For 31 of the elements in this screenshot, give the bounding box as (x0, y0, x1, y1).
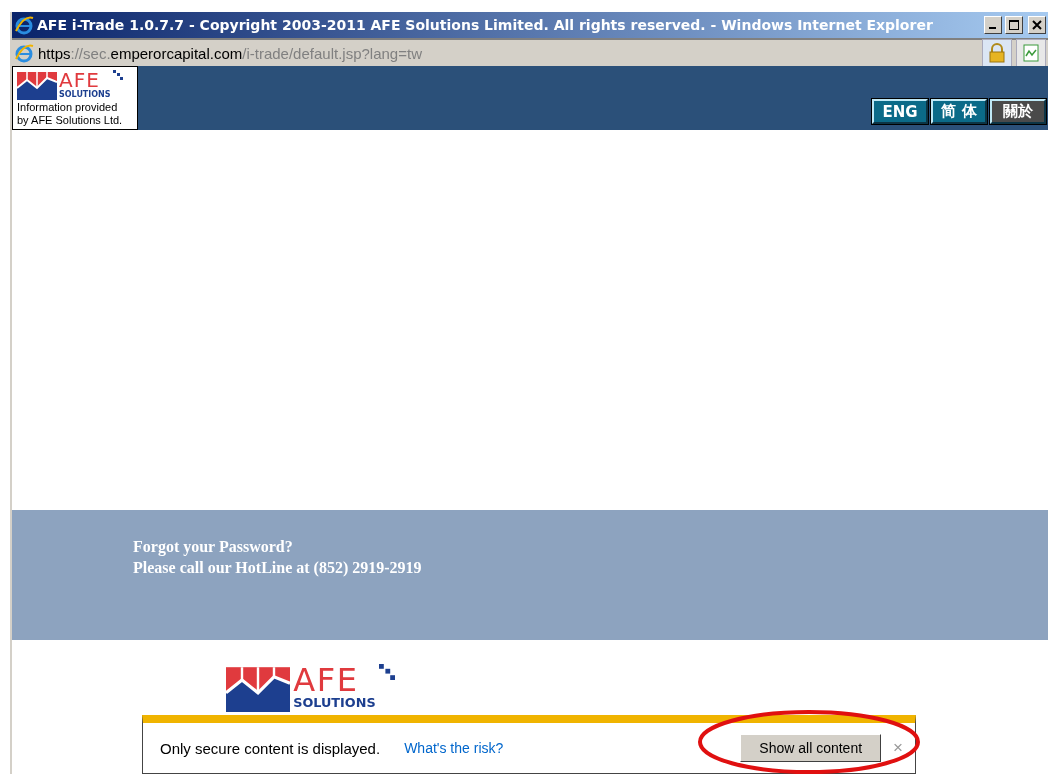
logo-tagline-text: SOLUTIONS (293, 696, 376, 711)
close-icon (1032, 20, 1042, 30)
language-button[interactable]: ENG (872, 99, 928, 124)
image-icon (1023, 44, 1039, 62)
notification-message: Only secure content is displayed. (160, 739, 381, 757)
close-button[interactable] (1028, 16, 1046, 34)
maximize-button[interactable] (1005, 16, 1023, 34)
help-text: Please call our HotLine at (852) 2919-2919 (133, 558, 423, 578)
logo-caption: by AFE Solutions Ltd. (17, 115, 124, 126)
window-title: AFE i-Trade 1.0.7.7 - Copyright 2003-2011 AFE Solutions Limited. All rights reserved. - Windows Internet Explorer (37, 17, 934, 33)
language-button[interactable]: 關於 (990, 99, 1046, 124)
padlock-icon (988, 43, 1006, 63)
logo-bars-icon (17, 70, 57, 100)
help-text: Forgot your Password? (133, 537, 294, 557)
page-report-button[interactable] (1016, 39, 1046, 67)
logo-brand-text: AFE (59, 70, 100, 90)
logo-brand-text: AFE (293, 664, 359, 696)
logo-tagline-text: SOLUTIONS (59, 90, 111, 99)
logo-caption: Information provided (17, 102, 119, 113)
security-lock-button[interactable] (982, 39, 1012, 67)
maximize-icon (1009, 20, 1019, 30)
minimize-button[interactable] (984, 16, 1002, 34)
logo-bars-icon (226, 664, 290, 712)
language-button[interactable]: 简 体 (931, 99, 987, 124)
logo-dots-icon (378, 664, 395, 680)
address-field[interactable]: https://sec.emperorcapital.com/i-trade/default.jsp?lang=tw (38, 44, 978, 62)
browser-icon (14, 15, 34, 35)
show-all-content-button[interactable]: Show all content (740, 734, 882, 762)
logo-dots-icon (112, 70, 123, 80)
browser-icon (14, 43, 34, 63)
risk-link[interactable]: What's the risk? (404, 740, 741, 756)
